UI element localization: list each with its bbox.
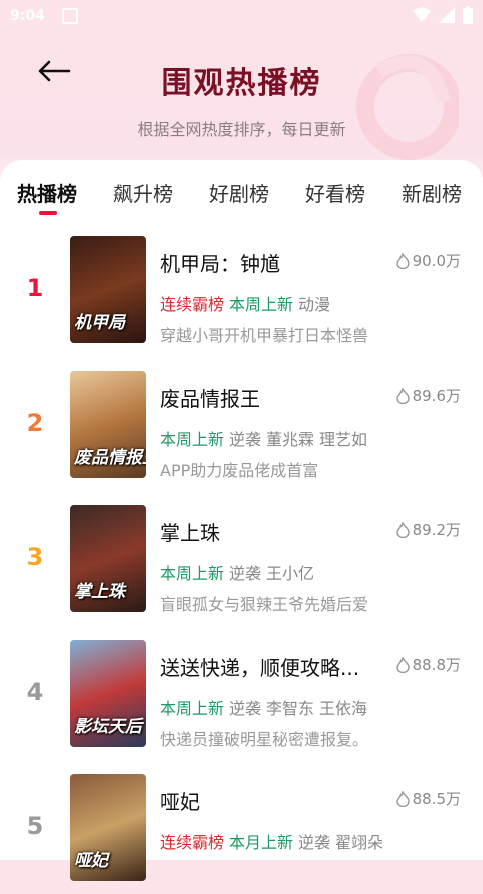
tag-label: 本月上新 <box>229 833 294 852</box>
drama-description: 盲眼孤女与狠辣王爷先婚后爱 <box>160 595 369 614</box>
tag-label: 本周上新 <box>160 564 225 583</box>
heat-count: 90.0万 <box>395 250 461 271</box>
tab-new-drama[interactable]: 新剧榜 <box>402 178 462 207</box>
heat-value: 89.6万 <box>412 387 461 405</box>
tag-label: 董兆霖 <box>266 430 315 449</box>
notification-icon <box>62 8 78 24</box>
list-item[interactable]: 3 掌上珠 掌上珠 89.2万 本周上新 逆袭 王小亿 盲眼孤女与狠辣王爷先婚后爱 <box>0 505 483 625</box>
drama-title[interactable]: 送送快递，顺便攻略... <box>160 652 359 681</box>
heat-value: 88.5万 <box>412 790 461 808</box>
rank-number: 3 <box>26 543 44 571</box>
tag-label: 逆袭 <box>229 564 262 583</box>
drama-description: 快递员撞破明星秘密遭报复。 <box>160 730 369 749</box>
tag-label: 动漫 <box>298 295 331 314</box>
tab-good-drama[interactable]: 好剧榜 <box>209 178 269 207</box>
rank-number: 5 <box>26 812 44 840</box>
tag-row: 本周上新 逆袭 董兆霖 理艺如 <box>160 426 372 450</box>
tag-label: 逆袭 <box>229 430 262 449</box>
rank-number: 4 <box>26 678 44 706</box>
list-item[interactable]: 5 哑妃 哑妃 88.5万 连续霸榜 本月上新 逆袭 翟翊朵 <box>0 774 483 894</box>
poster-title: 影坛天后 <box>74 717 142 737</box>
tag-label: 王小亿 <box>266 564 315 583</box>
page-header: 围观热播榜 根据全网热度排序，每日更新 <box>0 34 483 160</box>
tag-label: 本周上新 <box>160 699 225 718</box>
heat-count: 88.5万 <box>395 788 461 809</box>
poster-image[interactable]: 掌上珠 <box>70 505 146 612</box>
tag-label: 李智东 <box>266 699 315 718</box>
rank-number: 1 <box>26 274 44 302</box>
drama-description: 穿越小哥开机甲暴打日本怪兽 <box>160 326 369 345</box>
heat-count: 89.2万 <box>395 519 461 540</box>
tag-label: 翟翊朵 <box>335 833 384 852</box>
tag-label: 本周上新 <box>229 295 294 314</box>
tag-label: 连续霸榜 <box>160 833 225 852</box>
tag-label: 逆袭 <box>229 699 262 718</box>
flame-icon <box>395 790 410 807</box>
tag-row: 连续霸榜 本月上新 逆袭 翟翊朵 <box>160 829 388 853</box>
tag-label: 王依海 <box>319 699 368 718</box>
poster-image[interactable]: 机甲局 <box>70 236 146 343</box>
page-title: 围观热播榜 <box>161 66 322 101</box>
drama-title[interactable]: 机甲局：钟馗 <box>160 248 280 277</box>
drama-title[interactable]: 哑妃 <box>160 786 200 815</box>
list-item[interactable]: 1 机甲局 机甲局：钟馗 90.0万连续霸榜 本周上新 动漫穿越小哥开机甲暴打日本怪兽 <box>0 236 483 356</box>
heat-count: 89.6万 <box>395 385 461 406</box>
signal-icon <box>439 7 455 23</box>
drama-title[interactable]: 废品情报王 <box>160 383 260 412</box>
tag-row: 本周上新 逆袭 王小亿 <box>160 560 319 584</box>
rank-number: 2 <box>26 409 44 437</box>
heat-value: 88.8万 <box>412 656 461 674</box>
drama-description: APP助力废品佬成首富 <box>160 461 319 480</box>
tab-hot[interactable]: 热播榜 <box>17 178 77 207</box>
tag-row: 本周上新 逆袭 李智东 王依海 <box>160 695 372 719</box>
battery-icon <box>463 6 473 24</box>
heat-value: 90.0万 <box>412 252 461 270</box>
poster-image[interactable]: 影坛天后 <box>70 640 146 747</box>
flame-icon <box>395 387 410 404</box>
tab-rising[interactable]: 飙升榜 <box>113 178 173 207</box>
poster-title: 掌上珠 <box>74 582 125 602</box>
poster-title: 机甲局 <box>74 313 125 333</box>
active-tab-indicator <box>39 211 57 215</box>
tag-label: 理艺如 <box>319 430 368 449</box>
heat-value: 89.2万 <box>412 521 461 539</box>
tag-row: 连续霸榜 本周上新 动漫 <box>160 291 335 315</box>
heat-count: 88.8万 <box>395 654 461 675</box>
flame-icon <box>395 656 410 673</box>
flame-icon <box>395 252 410 269</box>
wifi-icon <box>413 7 431 22</box>
flame-icon <box>395 521 410 538</box>
page-subtitle: 根据全网热度排序，每日更新 <box>137 120 346 139</box>
status-icons <box>413 6 473 24</box>
tab-good-watch[interactable]: 好看榜 <box>305 178 365 207</box>
list-item[interactable]: 2废品情报王废品情报王89.6万本周上新逆袭董兆霖理艺如APP助力废品佬成首富 <box>0 371 483 491</box>
tag-label: 连续霸榜 <box>160 295 225 314</box>
poster-image[interactable]: 哑妃 <box>70 774 146 881</box>
list-item[interactable]: 4 影坛天后 送送快递，顺便攻略... 88.8万本周上新 逆袭 李智东 王依海快递员撞破明… <box>0 640 483 760</box>
poster-title: 废品情报王 <box>74 448 146 468</box>
tag-label: 本周上新 <box>160 430 225 449</box>
drama-title[interactable]: 掌上珠 <box>160 517 220 546</box>
ranking-panel: 热播榜 飙升榜 好剧榜 好看榜 新剧榜 1 机甲局 机甲局：钟馗 90.0万 连续霸榜本… <box>0 160 483 881</box>
poster-image[interactable]: 废品情报王 <box>70 371 146 478</box>
status-bar: 9:04 <box>0 0 483 34</box>
poster-title: 哑妃 <box>74 851 108 871</box>
ranking-tabs: 热播榜 飙升榜 好剧榜 好看榜 新剧榜 <box>0 160 483 216</box>
status-time: 9:04 <box>10 8 45 24</box>
tag-label: 逆袭 <box>298 833 331 852</box>
